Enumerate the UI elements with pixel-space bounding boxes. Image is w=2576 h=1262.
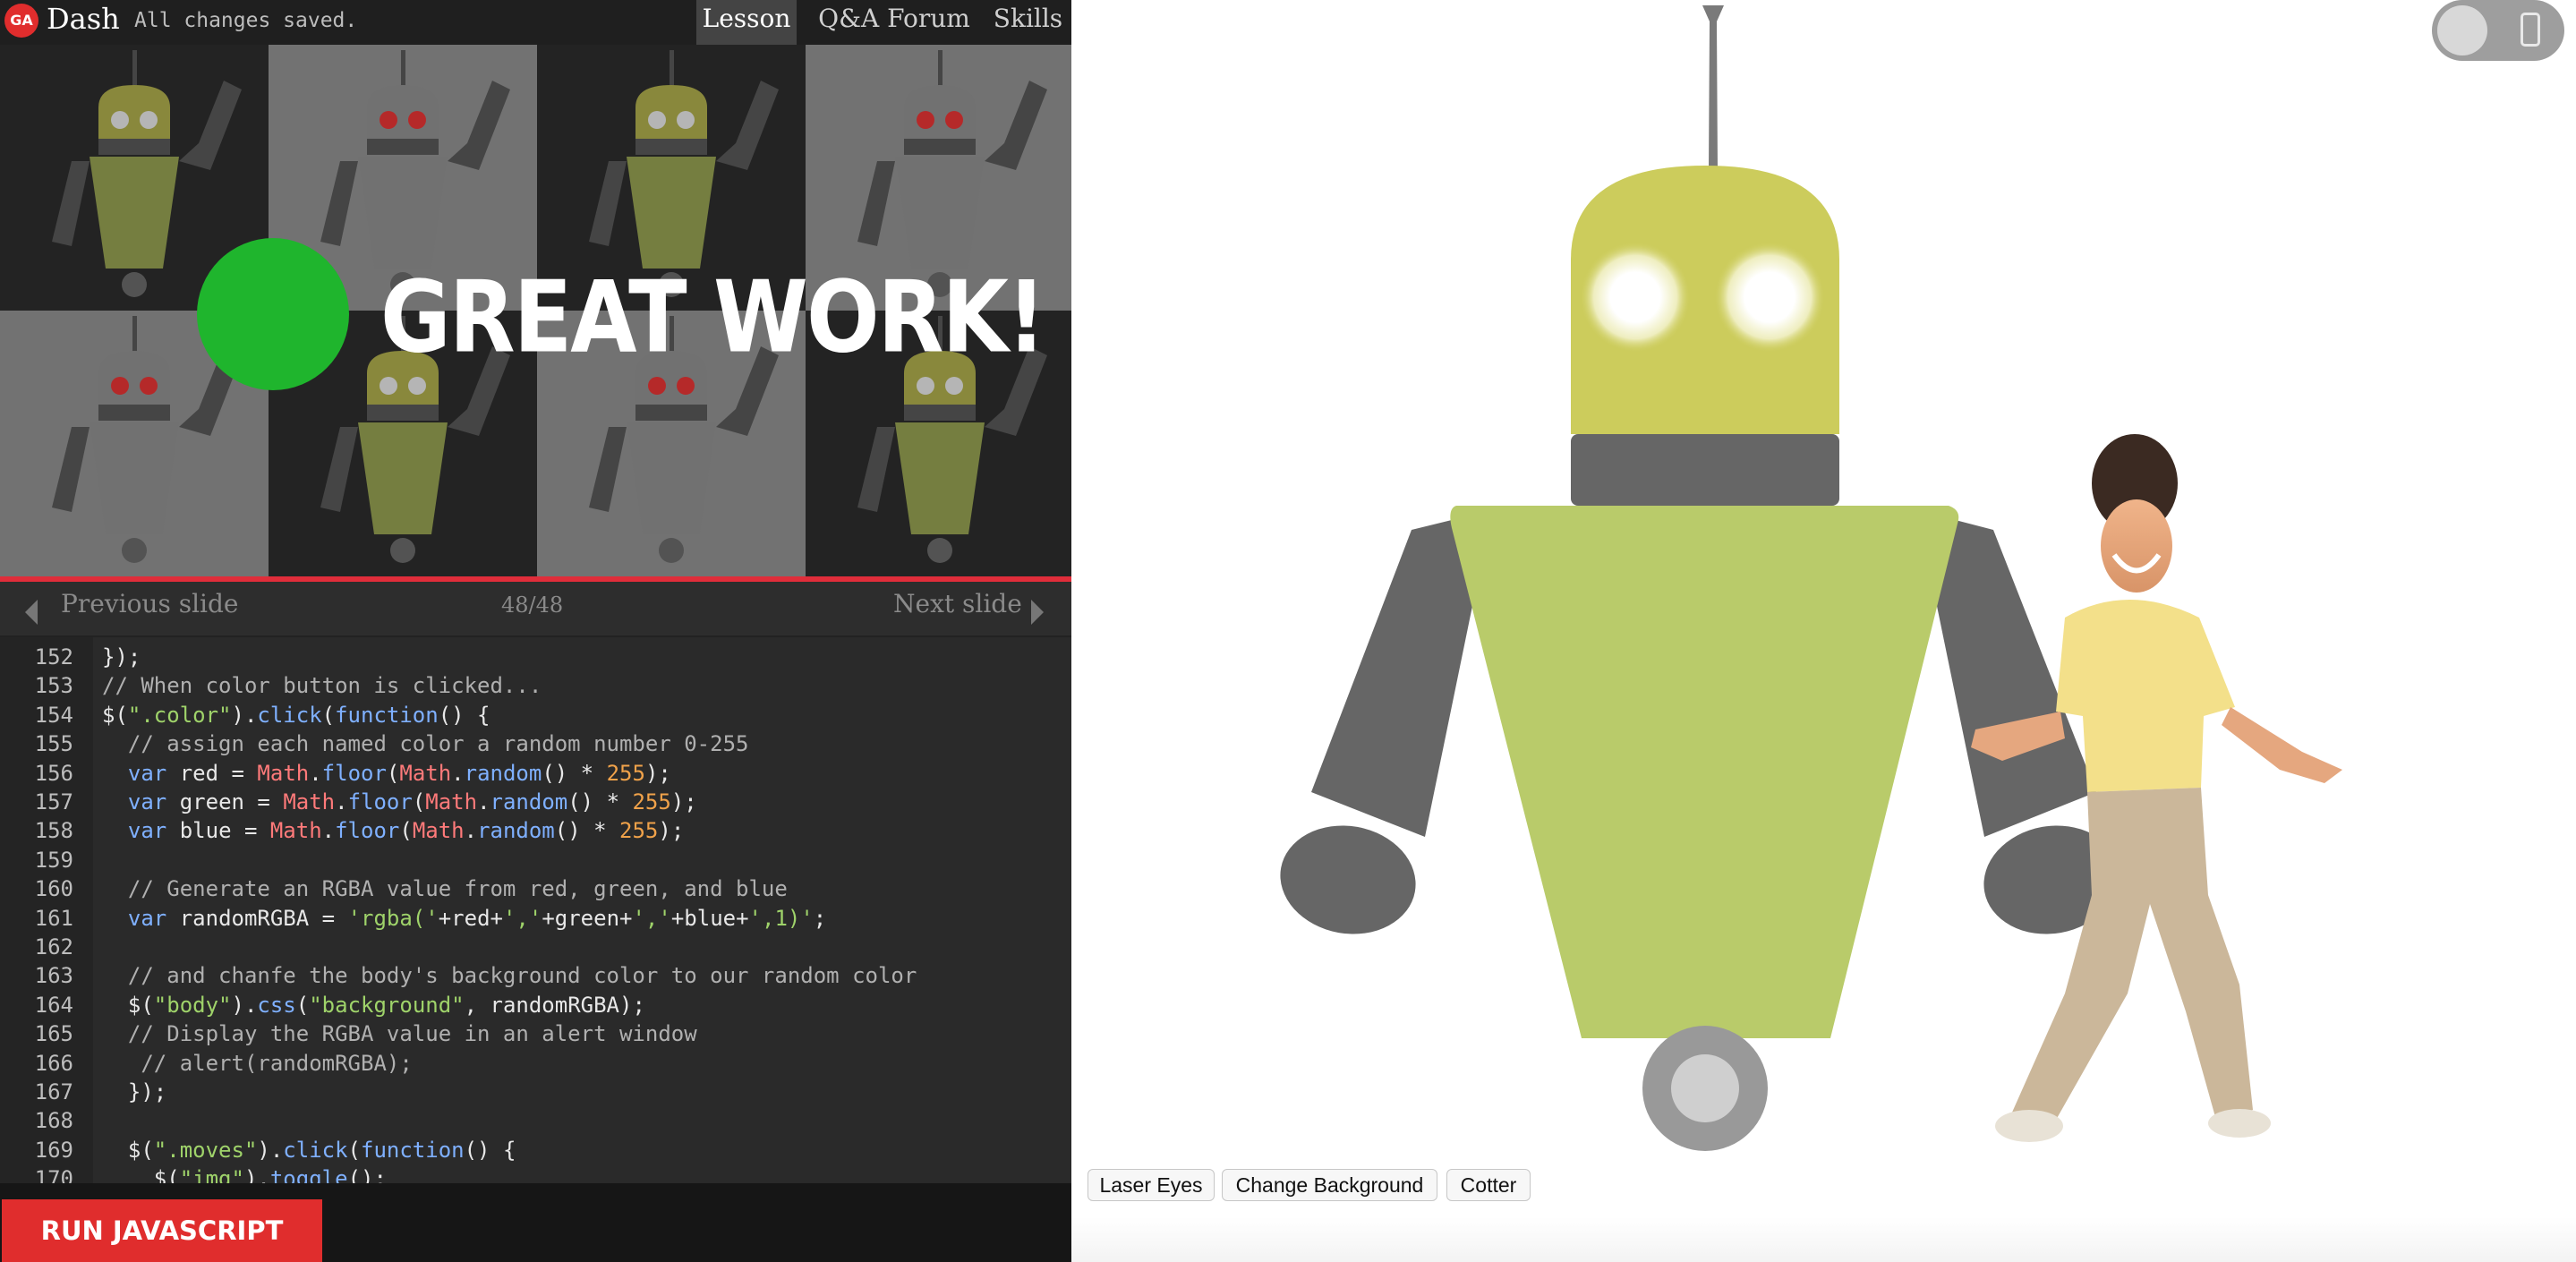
app-title: Dash bbox=[47, 2, 120, 36]
success-dot bbox=[197, 238, 349, 390]
code-text[interactable]: $(".moves").click(function() { bbox=[102, 1136, 516, 1164]
line-number: 165 bbox=[34, 1021, 73, 1047]
code-text[interactable]: $(".color").click(function() { bbox=[102, 701, 490, 729]
lesson-slide: GREAT WORK! bbox=[0, 45, 1071, 576]
change-background-button[interactable]: Change Background bbox=[1222, 1169, 1437, 1201]
line-number: 152 bbox=[34, 644, 73, 669]
line-number: 160 bbox=[34, 876, 73, 902]
top-bar: GA Dash All changes saved. Lesson Q&A Fo… bbox=[0, 0, 1071, 45]
code-text[interactable]: var red = Math.floor(Math.random() * 255… bbox=[102, 759, 671, 788]
line-number: 170 bbox=[34, 1166, 73, 1183]
chevron-right-icon[interactable] bbox=[1031, 600, 1044, 625]
robot-left-hand bbox=[1280, 825, 1416, 934]
device-toggle[interactable] bbox=[2432, 0, 2564, 61]
line-number: 155 bbox=[34, 731, 73, 757]
lesson-pane: GA Dash All changes saved. Lesson Q&A Fo… bbox=[0, 0, 1071, 1262]
code-text[interactable]: var blue = Math.floor(Math.random() * 25… bbox=[102, 816, 684, 845]
previous-slide-button[interactable]: Previous slide bbox=[61, 589, 239, 618]
laser-eyes-button[interactable]: Laser Eyes bbox=[1088, 1169, 1215, 1201]
robot-neck bbox=[1571, 434, 1839, 506]
next-slide-button[interactable]: Next slide bbox=[893, 589, 1022, 618]
code-text[interactable]: // alert(randomRGBA); bbox=[102, 1049, 412, 1078]
line-number: 153 bbox=[34, 673, 73, 699]
ga-logo[interactable]: GA bbox=[4, 4, 38, 38]
line-number: 168 bbox=[34, 1108, 73, 1134]
line-number: 159 bbox=[34, 847, 73, 873]
code-text[interactable]: // Generate an RGBA value from red, gree… bbox=[102, 874, 788, 903]
run-bar: RUN JAVASCRIPT bbox=[0, 1183, 1071, 1262]
line-number: 162 bbox=[34, 934, 73, 959]
tab-skills[interactable]: Skills bbox=[985, 0, 1071, 45]
save-status: All changes saved. bbox=[134, 9, 358, 32]
line-number: 164 bbox=[34, 992, 73, 1018]
preview-pane: Laser Eyes Change Background Cotter bbox=[1071, 0, 2576, 1262]
slide-nav: Previous slide 48/48 Next slide bbox=[0, 582, 1071, 637]
line-number: 158 bbox=[34, 818, 73, 844]
code-text[interactable]: }); bbox=[102, 1078, 166, 1106]
line-number: 166 bbox=[34, 1050, 73, 1076]
chevron-left-icon[interactable] bbox=[25, 600, 38, 625]
robot-wheel-hub bbox=[1671, 1054, 1739, 1122]
line-number: 156 bbox=[34, 760, 73, 786]
robot-preview bbox=[1280, 5, 2342, 1151]
line-number: 157 bbox=[34, 789, 73, 814]
code-text[interactable]: }); bbox=[102, 643, 141, 671]
toggle-knob[interactable] bbox=[2437, 5, 2487, 55]
robot-antenna bbox=[1702, 5, 1724, 170]
phone-icon bbox=[2521, 13, 2540, 47]
robot-body bbox=[1450, 506, 1959, 1038]
tab-lesson[interactable]: Lesson bbox=[696, 0, 797, 45]
line-number: 163 bbox=[34, 963, 73, 989]
robot-left-eye bbox=[1580, 242, 1691, 353]
code-text[interactable]: $("body").css("background", randomRGBA); bbox=[102, 991, 645, 1019]
line-number: 169 bbox=[34, 1137, 73, 1163]
cotter-button[interactable]: Cotter bbox=[1446, 1169, 1531, 1201]
robot-right-eye bbox=[1714, 242, 1825, 353]
code-text[interactable]: // When color button is clicked... bbox=[102, 671, 542, 700]
line-number: 161 bbox=[34, 905, 73, 931]
code-text[interactable]: $("img").toggle(); bbox=[102, 1164, 387, 1183]
line-number: 167 bbox=[34, 1079, 73, 1104]
code-text[interactable]: var green = Math.floor(Math.random() * 2… bbox=[102, 788, 697, 816]
tab-qa-forum[interactable]: Q&A Forum bbox=[815, 0, 974, 45]
code-text[interactable]: // and chanfe the body's background colo… bbox=[102, 961, 917, 990]
slide-headline: GREAT WORK! bbox=[380, 260, 1046, 375]
code-editor[interactable]: 152}); 153 // When color button is clicked… bbox=[0, 637, 1071, 1183]
code-text[interactable]: var randomRGBA = 'rgba('+red+','+green+'… bbox=[102, 904, 826, 933]
line-number: 154 bbox=[34, 702, 73, 728]
run-javascript-button[interactable]: RUN JAVASCRIPT bbox=[2, 1199, 322, 1262]
slide-counter: 48/48 bbox=[501, 593, 564, 618]
code-text[interactable]: // assign each named color a random numb… bbox=[102, 729, 749, 758]
code-text[interactable]: // Display the RGBA value in an alert wi… bbox=[102, 1019, 697, 1048]
